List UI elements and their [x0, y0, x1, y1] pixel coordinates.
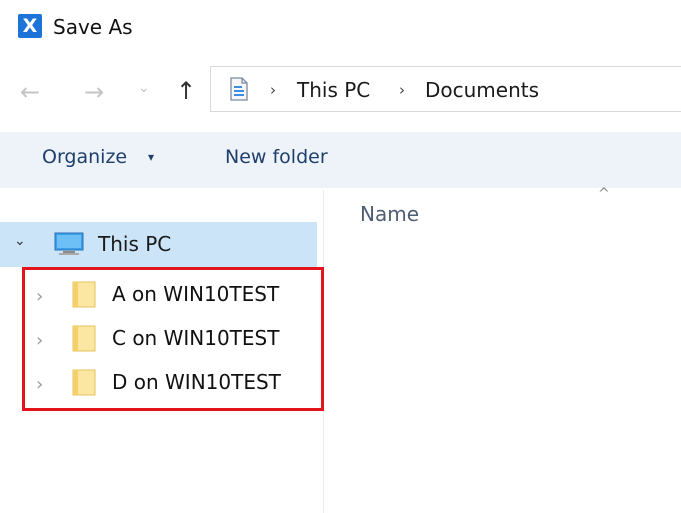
- recent-locations-button[interactable]: ⌄: [138, 80, 150, 96]
- breadcrumb-documents[interactable]: Documents: [425, 76, 539, 104]
- sort-ascending-icon: ^: [598, 186, 610, 202]
- window-title: Save As: [53, 15, 133, 39]
- breadcrumb-separator-icon[interactable]: ›: [270, 81, 276, 99]
- new-folder-button[interactable]: New folder: [225, 143, 328, 171]
- organize-dropdown-icon[interactable]: ▾: [148, 150, 154, 164]
- computer-icon: [54, 232, 84, 255]
- breadcrumb-this-pc[interactable]: This PC: [297, 76, 370, 104]
- highlight-annotation: [22, 267, 324, 411]
- forward-button[interactable]: →: [84, 78, 104, 106]
- app-icon: X: [18, 14, 42, 38]
- up-button[interactable]: ↑: [176, 77, 196, 105]
- column-header-name[interactable]: Name: [360, 200, 419, 228]
- expand-chevron-icon[interactable]: ⌄: [14, 233, 26, 249]
- nav-item-this-pc-label[interactable]: This PC: [98, 230, 171, 258]
- organize-button[interactable]: Organize: [42, 143, 127, 171]
- documents-location-icon: [230, 77, 248, 101]
- breadcrumb-separator-icon[interactable]: ›: [399, 81, 405, 99]
- back-button[interactable]: ←: [20, 78, 40, 106]
